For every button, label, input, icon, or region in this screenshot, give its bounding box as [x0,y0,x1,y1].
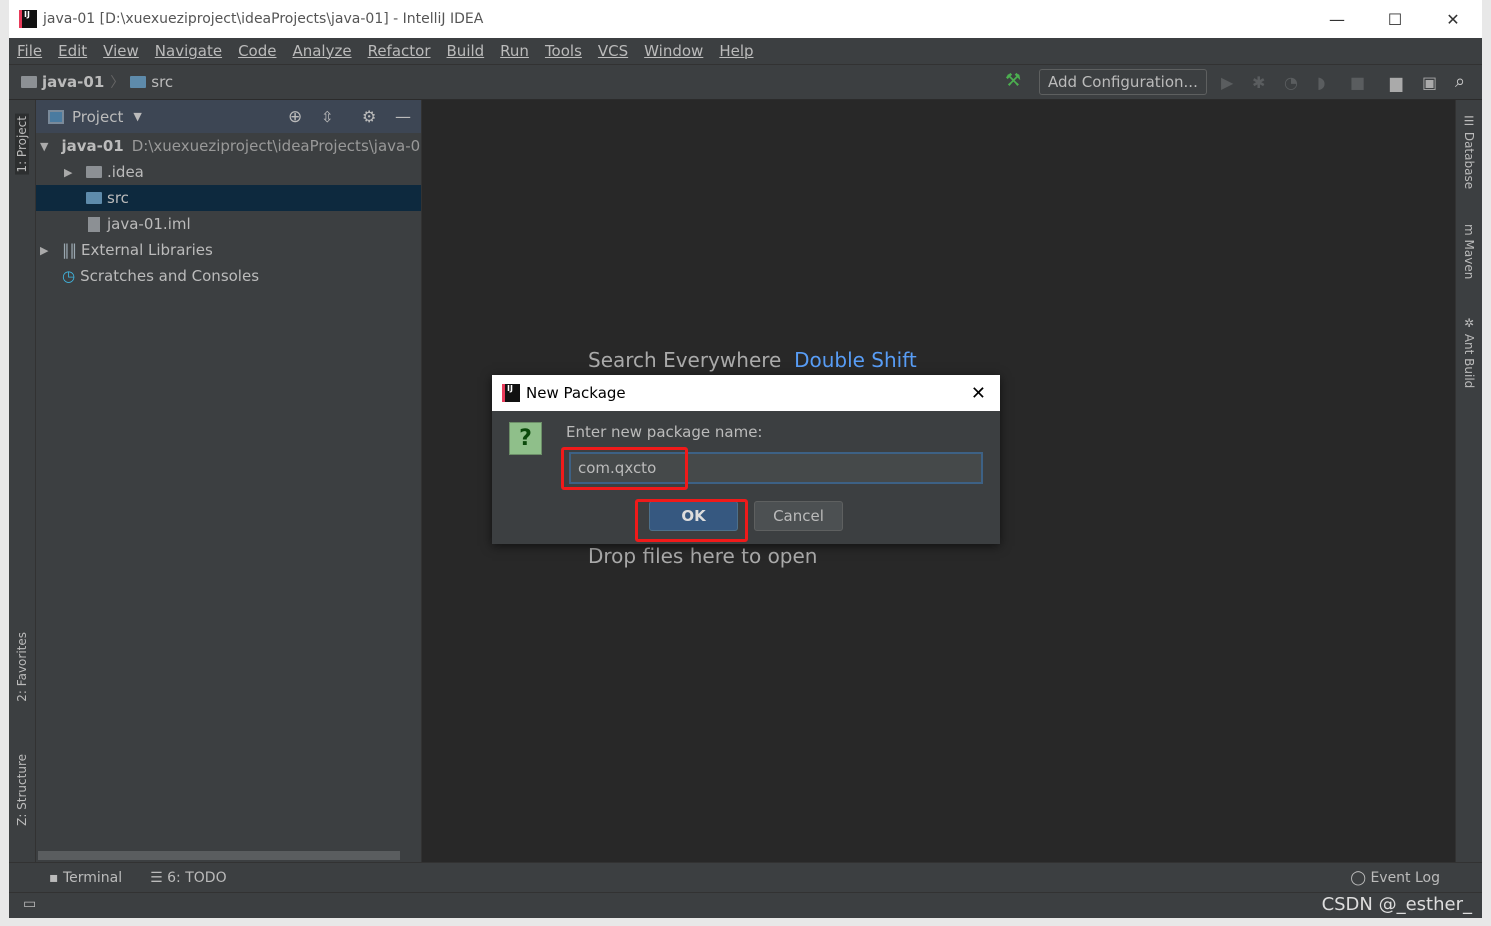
intellij-logo-icon: IJ [19,10,37,28]
menu-view[interactable]: View [103,42,139,60]
new-package-dialog: IJ New Package ✕ ? Enter new package nam… [492,375,1000,544]
terminal-window-icon[interactable]: ▣ [1422,73,1437,92]
tree-item-label: java-01.iml [107,215,191,233]
project-view-selector[interactable]: Project [72,108,123,126]
add-configuration-button[interactable]: Add Configuration... [1039,69,1207,95]
debug-icon[interactable]: ✱ [1252,73,1265,92]
tree-item-iml[interactable]: java-01.iml [36,211,421,237]
dialog-close-button[interactable]: ✕ [971,383,986,404]
source-folder-icon [86,192,102,204]
menu-window[interactable]: Window [644,42,703,60]
build-hammer-icon[interactable]: ⚒ [1005,70,1021,91]
maven-tool-tab[interactable]: m Maven [1462,224,1476,279]
tree-item-project-root[interactable]: ▼ java-01 D:\xuexueziproject\ideaProject… [36,133,421,159]
left-tool-strip: 1: Project 2: Favorites Z: Structure [9,100,36,862]
highlight-box-ok [635,499,748,542]
right-tool-strip: ☰ Database m Maven ✲ Ant Build [1455,100,1482,862]
navigation-bar: java-01 〉 src ⚒ Add Configuration... ▶ ✱… [9,65,1482,100]
horizontal-scrollbar[interactable] [38,851,400,860]
expanded-arrow-icon[interactable]: ▼ [40,140,48,153]
chevron-down-icon[interactable]: ▼ [133,110,141,123]
status-bar: ▭ CSDN @_esther_ [9,892,1482,918]
hide-panel-icon[interactable]: — [395,107,411,126]
bottom-tool-bar: ▪ Terminal ☰ 6: TODO ◯ Event Log [9,862,1482,892]
minimize-button[interactable]: — [1308,0,1366,38]
menu-bar: File Edit View Navigate Code Analyze Refactor B… [9,38,1482,65]
folder-icon [130,76,147,88]
collapsed-arrow-icon[interactable]: ▶ [64,166,78,179]
project-panel: Project ▼ ⊕ ⇳ ⚙ — ▼ java-01 D:\xuexuezip… [36,100,422,862]
database-tool-tab[interactable]: ☰ Database [1462,114,1476,189]
dialog-title-bar: IJ New Package ✕ [492,375,1000,411]
menu-code[interactable]: Code [238,42,276,60]
dialog-title: New Package [526,384,626,402]
ant-build-tool-tab[interactable]: ✲ Ant Build [1462,316,1476,388]
menu-tools[interactable]: Tools [545,42,582,60]
tree-item-label: java-01 [61,137,124,155]
menu-run[interactable]: Run [500,42,529,60]
iml-file-icon [88,216,100,232]
title-bar: IJ java-01 [D:\xuexueziproject\ideaProje… [9,0,1482,38]
breadcrumb-separator: 〉 [110,75,125,91]
question-icon: ? [509,422,542,455]
breadcrumb-project[interactable]: java-01 [42,73,104,91]
collapse-all-icon[interactable]: ⇳ [321,108,334,126]
cancel-button[interactable]: Cancel [754,501,843,531]
tree-item-src[interactable]: src [36,185,421,211]
scratches-icon: ◷ [62,267,76,285]
breadcrumb-folder[interactable]: src [151,73,173,91]
locate-icon[interactable]: ⊕ [288,107,302,127]
tree-item-label: .idea [107,163,144,181]
gear-icon[interactable]: ⚙ [362,107,376,126]
structure-tool-tab[interactable]: Z: Structure [15,754,29,826]
libraries-icon: ‖‖ [62,241,77,259]
close-window-button[interactable]: ✕ [1424,0,1482,38]
menu-build[interactable]: Build [447,42,485,60]
tree-item-label: src [107,189,129,207]
coverage-icon[interactable]: ◗ [1317,73,1325,92]
event-log-tab[interactable]: ◯ Event Log [1350,870,1440,886]
package-name-label: Enter new package name: [566,423,763,441]
tree-item-idea[interactable]: ▶ .idea [36,159,421,185]
collapsed-arrow-icon[interactable]: ▶ [40,244,54,257]
menu-edit[interactable]: Edit [58,42,87,60]
menu-vcs[interactable]: VCS [598,42,628,60]
watermark: CSDN @_esther_ [1321,894,1472,915]
drop-files-hint: Drop files here to open [588,544,818,568]
folder-icon [86,166,102,178]
tree-item-label: Scratches and Consoles [80,267,260,285]
tree-item-path: D:\xuexueziproject\ideaProjects\java-01 [131,137,421,155]
project-view-icon [48,109,64,124]
todo-tab[interactable]: ☰ 6: TODO [150,870,226,886]
tree-item-external-libraries[interactable]: ▶ ‖‖ External Libraries [36,237,421,263]
favorites-tool-tab[interactable]: 2: Favorites [15,632,29,702]
run-icon[interactable]: ▶ [1221,73,1233,92]
highlight-box-input [561,447,688,490]
tree-item-scratches[interactable]: ◷ Scratches and Consoles [36,263,421,289]
stop-icon[interactable]: ■ [1350,73,1365,92]
tree-item-label: External Libraries [81,241,213,259]
project-folder-icon [21,76,37,88]
menu-help[interactable]: Help [719,42,753,60]
intellij-logo-icon: IJ [502,384,520,402]
menu-file[interactable]: File [17,42,42,60]
project-structure-icon[interactable]: ▆ [1390,73,1402,92]
toggle-tool-windows-icon[interactable]: ▭ [23,896,36,912]
menu-navigate[interactable]: Navigate [155,42,222,60]
search-icon[interactable]: ⌕ [1455,71,1465,92]
menu-refactor[interactable]: Refactor [368,42,431,60]
project-tool-tab[interactable]: 1: Project [15,114,29,175]
terminal-tab[interactable]: ▪ Terminal [49,870,122,886]
profile-icon[interactable]: ◔ [1284,73,1298,92]
menu-analyze[interactable]: Analyze [292,42,351,60]
window-title: java-01 [D:\xuexueziproject\ideaProjects… [43,11,484,27]
maximize-button[interactable]: ☐ [1366,0,1424,38]
project-panel-header: Project ▼ ⊕ ⇳ ⚙ — [36,100,421,133]
search-everywhere-hint: Search Everywhere Double Shift [588,348,917,372]
